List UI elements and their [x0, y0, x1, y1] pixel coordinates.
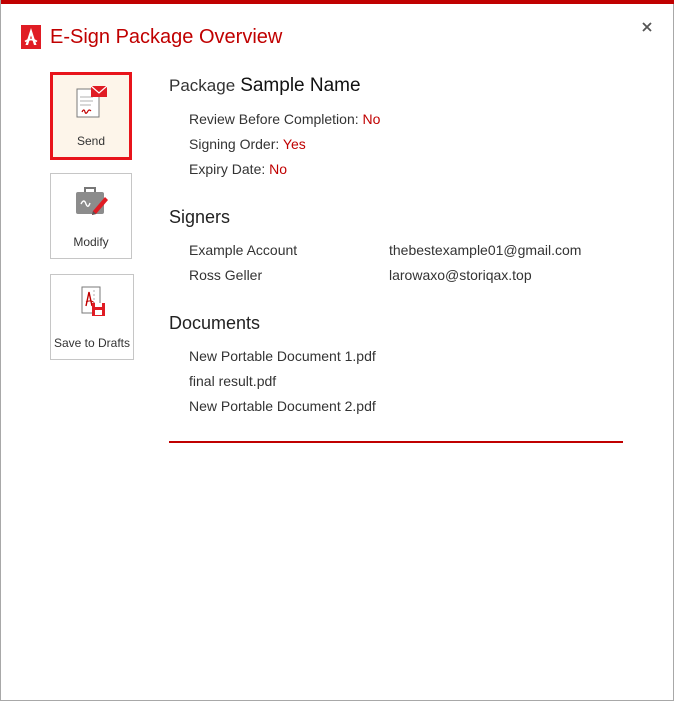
package-name: Sample Name: [240, 75, 361, 96]
dialog-header: E-Sign Package Overview: [21, 24, 282, 50]
acrobat-logo-icon: [21, 25, 41, 49]
signer-email: thebestexample01@gmail.com: [389, 242, 582, 258]
send-button[interactable]: Send: [50, 72, 132, 160]
signing-order-value: Yes: [282, 136, 306, 152]
save-to-drafts-label: Save to Drafts: [53, 336, 131, 350]
modify-button[interactable]: Modify: [50, 173, 132, 259]
save-to-drafts-button[interactable]: Save to Drafts: [50, 274, 134, 360]
documents-heading: Documents: [169, 313, 261, 333]
expiry-value: No: [269, 161, 288, 177]
review-value: No: [362, 111, 381, 127]
signers-heading: Signers: [169, 207, 231, 227]
document-item: New Portable Document 1.pdf: [189, 348, 376, 364]
section-divider: [169, 441, 623, 443]
document-item: final result.pdf: [189, 373, 277, 389]
esign-package-overview-dialog: E-Sign Package Overview Send Modify Save…: [0, 0, 674, 701]
review-label: Review Before Completion:: [189, 111, 359, 127]
envelope-document-icon: [76, 85, 108, 118]
briefcase-pen-icon: [76, 187, 108, 215]
send-label: Send: [76, 134, 106, 148]
dialog-title: E-Sign Package Overview: [50, 26, 283, 48]
top-accent-bar: [1, 0, 674, 4]
expiry-date-row: Expiry Date: No: [189, 161, 287, 177]
signing-order-label: Signing Order:: [189, 136, 280, 152]
modify-label: Modify: [73, 235, 109, 249]
package-title: Package Sample Name: [169, 75, 361, 97]
signer-name: Example Account: [189, 242, 298, 258]
document-item: New Portable Document 2.pdf: [189, 398, 376, 414]
close-button[interactable]: [637, 17, 657, 37]
signing-order-row: Signing Order: Yes: [189, 136, 306, 152]
document-save-icon: [81, 286, 105, 316]
expiry-label: Expiry Date:: [189, 161, 266, 177]
signer-name: Ross Geller: [189, 267, 263, 283]
review-before-completion-row: Review Before Completion: No: [189, 111, 380, 127]
close-icon: [642, 22, 652, 32]
package-prefix: Package: [169, 76, 236, 95]
signer-email: larowaxo@storiqax.top: [389, 267, 532, 283]
